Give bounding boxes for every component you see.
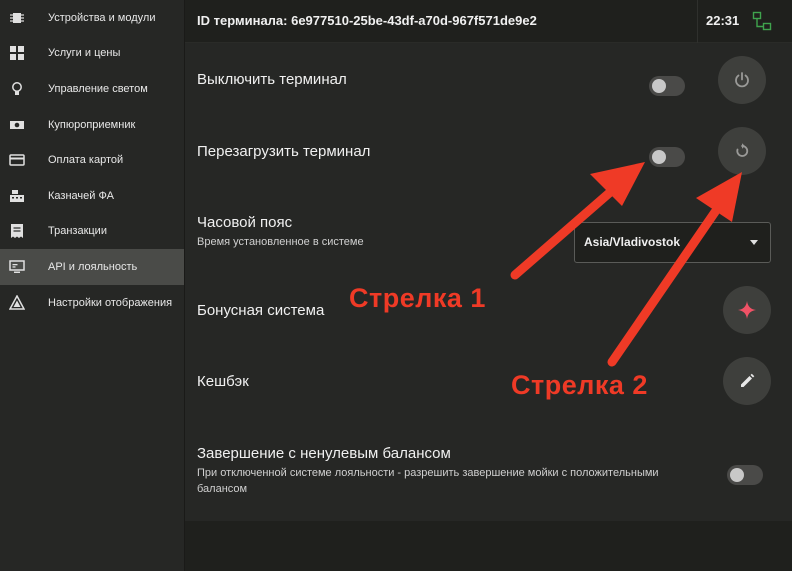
sidebar-item-label: Управление светом — [48, 82, 148, 95]
cashback-title: Кешбэк — [197, 373, 249, 390]
sidebar-item-label: Оплата картой — [48, 154, 124, 167]
cash-register-icon — [8, 187, 26, 205]
cashback-edit-button[interactable] — [723, 357, 771, 405]
sidebar-item-label: Купюроприемник — [48, 118, 136, 131]
sidebar-item-light[interactable]: Управление светом — [0, 71, 184, 107]
sparkle-icon — [738, 301, 756, 319]
sidebar-item-label: Устройства и модули — [48, 11, 156, 24]
sidebar-item-card-payment[interactable]: Оплата картой — [0, 142, 184, 178]
bonus-title: Бонусная система — [197, 302, 325, 319]
pencil-icon — [741, 373, 755, 387]
reboot-button[interactable] — [718, 127, 766, 175]
bonus-button[interactable] — [723, 286, 771, 334]
reboot-title: Перезагрузить терминал — [197, 143, 371, 160]
display-settings-icon — [8, 294, 26, 312]
arrow-1-label: Стрелка 1 — [349, 283, 486, 313]
timezone-subtitle: Время установленное в системе — [197, 236, 364, 248]
sidebar-item-api-loyalty[interactable]: API и лояльность — [0, 249, 184, 285]
sidebar-item-services[interactable]: Услуги и цены — [0, 36, 184, 72]
arrow-2-label: Стрелка 2 — [511, 370, 648, 400]
nonzero-toggle[interactable] — [727, 465, 763, 485]
top-bar: ID терминала: 6e977510-25be-43df-a70d-96… — [185, 0, 792, 43]
chevron-down-icon — [750, 240, 758, 245]
bottom-area — [185, 521, 792, 571]
nonzero-title: Завершение с ненулевым балансом — [197, 445, 451, 462]
sidebar-item-label: Казначей ФА — [48, 189, 114, 202]
sidebar-item-display-settings[interactable]: Настройки отображения — [0, 285, 184, 321]
receipt-icon — [8, 222, 26, 240]
card-icon — [8, 151, 26, 169]
banknote-icon — [8, 116, 26, 134]
sidebar-item-label: Транзакции — [48, 225, 107, 238]
timezone-title: Часовой пояс — [197, 214, 293, 231]
sidebar-item-bill-acceptor[interactable]: Купюроприемник — [0, 107, 184, 143]
clock: 22:31 — [706, 13, 740, 28]
chip-icon — [8, 9, 26, 27]
shutdown-button[interactable] — [718, 56, 766, 104]
sidebar-item-treasurer[interactable]: Казначей ФА — [0, 178, 184, 214]
nonzero-subtitle-2: балансом — [197, 483, 248, 495]
sidebar-item-label: API и лояльность — [48, 260, 138, 273]
bulb-icon — [8, 80, 26, 98]
reboot-toggle[interactable] — [649, 147, 685, 167]
timezone-select[interactable]: Asia/Vladivostok — [574, 222, 771, 263]
shutdown-toggle[interactable] — [649, 76, 685, 96]
power-icon — [735, 72, 749, 88]
sidebar: Устройства и модули Услуги и цены Управл… — [0, 0, 185, 571]
restart-icon — [736, 143, 749, 157]
sidebar-item-transactions[interactable]: Транзакции — [0, 214, 184, 250]
top-divider — [697, 0, 698, 43]
sidebar-item-label: Услуги и цены — [48, 47, 121, 60]
shutdown-title: Выключить терминал — [197, 71, 347, 88]
api-icon — [8, 258, 26, 276]
settings-panel: Выключить терминал Перезагрузить термина… — [185, 43, 792, 521]
network-icon[interactable] — [752, 11, 772, 31]
sidebar-item-label: Настройки отображения — [48, 296, 173, 309]
sidebar-item-devices[interactable]: Устройства и модули — [0, 0, 184, 36]
grid-icon — [8, 44, 26, 62]
nonzero-subtitle: При отключенной системе лояльности - раз… — [197, 467, 659, 479]
terminal-id: ID терминала: 6e977510-25be-43df-a70d-96… — [197, 13, 537, 28]
timezone-value: Asia/Vladivostok — [584, 235, 681, 249]
